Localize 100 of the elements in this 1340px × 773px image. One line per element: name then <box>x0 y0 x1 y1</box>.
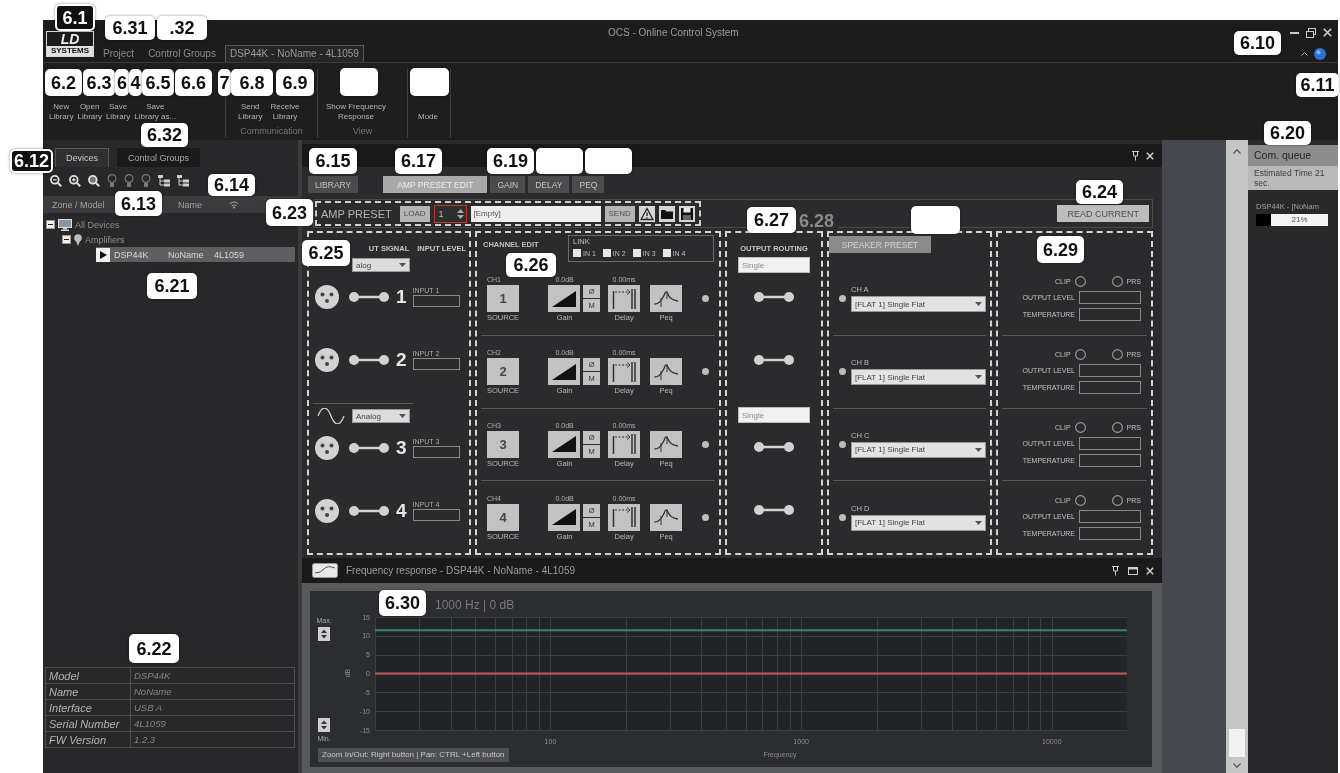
scroll-up-icon[interactable] <box>1233 149 1241 154</box>
dot-icon <box>702 295 710 303</box>
collapse-icon[interactable] <box>62 235 71 244</box>
close-icon[interactable] <box>1146 566 1154 575</box>
pin-icon[interactable] <box>1131 150 1140 161</box>
delay-button[interactable] <box>608 430 641 458</box>
magnifier-icon[interactable] <box>88 174 100 187</box>
property-value: NoName <box>130 683 295 700</box>
ribbon-button[interactable]: Save Library <box>105 102 131 122</box>
gain-button[interactable] <box>548 430 581 458</box>
property-label: Interface <box>45 699 131 716</box>
minimize-icon[interactable] <box>1290 31 1299 34</box>
delay-button[interactable] <box>608 358 641 386</box>
ribbon-button[interactable]: Save Library as... <box>134 102 177 122</box>
ribbon-button[interactable]: Receive Library <box>270 102 300 122</box>
gain-button[interactable] <box>548 285 581 313</box>
preset-dropdown[interactable]: [FLAT 1] Single Flat <box>851 441 986 458</box>
input-number: 2 <box>396 348 407 371</box>
preset-dropdown[interactable]: [FLAT 1] Single Flat <box>851 369 986 386</box>
spin-arrows-icon[interactable] <box>456 207 464 220</box>
curve-icon <box>312 563 338 578</box>
play-icon[interactable] <box>96 247 110 262</box>
preset-dropdown[interactable]: [FLAT 1] Single Flat <box>851 296 986 313</box>
collapse-icon[interactable] <box>46 220 55 229</box>
ribbon-button[interactable]: Mode <box>418 112 438 122</box>
signal-dropdown[interactable]: alog <box>352 258 410 272</box>
column-header[interactable]: Name <box>178 199 202 210</box>
source-button[interactable]: 3 <box>487 430 519 458</box>
signal-dropdown[interactable]: Analog <box>352 409 410 423</box>
read-current-button[interactable]: READ CURRENT <box>1057 205 1149 222</box>
window-icon[interactable] <box>1128 566 1138 575</box>
tree-row[interactable]: Amplifiers <box>62 232 125 247</box>
menu-tab[interactable]: DSP44K - NoName - 4L1059 <box>224 45 364 62</box>
scroll-down-icon[interactable] <box>1233 763 1241 768</box>
caret-icon[interactable] <box>399 414 406 418</box>
callout-badge: 6.26 <box>506 253 556 277</box>
load-button[interactable]: LOAD <box>399 205 430 222</box>
orb-icon[interactable] <box>1314 47 1326 60</box>
peq-button[interactable] <box>650 285 683 313</box>
panel-tab[interactable]: Devices <box>55 148 109 167</box>
up-down-arrows-icon[interactable] <box>318 718 330 732</box>
up-down-arrows-icon[interactable] <box>318 627 330 641</box>
callout-badge: 6 <box>115 69 129 96</box>
close-icon[interactable] <box>1146 151 1154 160</box>
preset-dropdown[interactable]: [FLAT 1] Single Flat <box>851 514 986 531</box>
preset-number-field[interactable]: 1 <box>433 204 467 223</box>
gain-button[interactable] <box>548 503 581 531</box>
folder-icon[interactable] <box>658 205 675 222</box>
source-button[interactable]: 4 <box>487 503 519 531</box>
peq-button[interactable] <box>650 503 683 531</box>
editor-tab[interactable]: LIBRARY <box>308 176 359 193</box>
send-button[interactable]: SEND <box>604 205 635 222</box>
source-button[interactable]: 1 <box>487 285 519 313</box>
save-icon[interactable] <box>678 205 695 222</box>
tree-icon[interactable] <box>177 174 189 187</box>
peq-button[interactable] <box>650 430 683 458</box>
caret-icon[interactable] <box>975 520 982 525</box>
checkbox[interactable] <box>662 249 671 257</box>
pin-icon[interactable] <box>1111 565 1120 576</box>
zoom-out-icon[interactable] <box>50 174 62 187</box>
menu-tab[interactable]: Project <box>98 45 140 62</box>
panel-tab[interactable]: Control Groups <box>117 148 201 167</box>
caret-icon[interactable] <box>975 375 982 380</box>
restore-icon[interactable] <box>1306 27 1316 38</box>
delay-button[interactable] <box>608 285 641 313</box>
ribbon-button[interactable]: Show Frequency Response <box>326 102 387 122</box>
scrollbar[interactable] <box>1226 140 1248 773</box>
preset-name-field[interactable]: [Empty] <box>470 205 601 222</box>
caret-icon[interactable] <box>975 302 982 307</box>
editor-tab[interactable]: DELAY <box>528 176 570 193</box>
ribbon-button[interactable]: Open Library <box>77 102 102 122</box>
callout-badge: 6.32 <box>141 123 188 147</box>
caret-icon[interactable] <box>975 447 982 452</box>
editor-tab[interactable]: GAIN <box>490 176 526 193</box>
delay-button[interactable] <box>608 503 641 531</box>
peq-button[interactable] <box>650 358 683 386</box>
checkbox[interactable] <box>573 249 581 257</box>
gain-button[interactable] <box>548 358 581 386</box>
bulb-icon[interactable] <box>107 174 117 187</box>
caret-icon[interactable] <box>399 263 406 267</box>
source-button[interactable]: 2 <box>487 358 519 386</box>
checkbox[interactable] <box>632 249 641 257</box>
signal-icon[interactable] <box>229 200 239 209</box>
menu-tab[interactable]: Control Groups <box>143 45 221 62</box>
warning-icon[interactable] <box>638 205 655 222</box>
scroll-thumb[interactable] <box>1229 729 1245 757</box>
ribbon-button[interactable]: Send Library <box>238 102 263 122</box>
close-icon[interactable] <box>1323 28 1332 37</box>
checkbox[interactable] <box>602 249 611 257</box>
tree-row[interactable]: All Devices <box>46 217 120 232</box>
bulb-icon[interactable] <box>141 174 151 187</box>
tree-icon[interactable] <box>158 174 170 187</box>
bulb-icon[interactable] <box>124 174 134 187</box>
caret-up-icon[interactable] <box>1301 51 1308 56</box>
zoom-in-icon[interactable] <box>69 174 81 187</box>
editor-tab[interactable]: PEQ <box>572 176 605 193</box>
ribbon-button[interactable]: New Library <box>49 102 74 122</box>
column-header[interactable]: Zone / Model <box>52 199 105 210</box>
tree-row[interactable]: DSP44K NoName 4L1059 <box>96 247 295 262</box>
cursor-readout: 1000 Hz | 0 dB <box>435 598 515 612</box>
